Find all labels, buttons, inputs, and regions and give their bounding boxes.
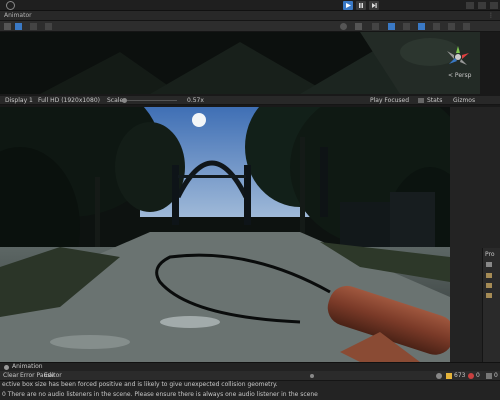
account-icon[interactable] xyxy=(6,1,15,10)
resolution-dropdown[interactable]: Full HD (1920x1080) xyxy=(38,97,100,105)
tab-animator[interactable]: Animator xyxy=(4,12,32,20)
rotate-tool-icon[interactable] xyxy=(30,23,37,30)
error-count: 0 xyxy=(476,372,480,379)
console-message-1[interactable]: ective box size has been forced positive… xyxy=(2,381,278,389)
game-toolbar: Display 1 Full HD (1920x1080) Scale 0.57… xyxy=(0,96,500,105)
play-mode-dropdown[interactable]: Play Focused xyxy=(370,97,409,105)
search-icon xyxy=(310,374,314,378)
hidden-objects-icon[interactable] xyxy=(433,23,440,30)
editor-dropdown[interactable]: Editor xyxy=(44,372,62,380)
shading-mode-icon[interactable] xyxy=(340,23,347,30)
scene-viewport[interactable]: < Persp xyxy=(0,32,480,94)
pause-icon xyxy=(359,3,363,8)
play-icon xyxy=(346,3,351,8)
hand-tool-icon[interactable] xyxy=(4,23,11,30)
collab-icon[interactable] xyxy=(466,2,474,9)
scale-label: Scale xyxy=(107,97,124,104)
message-icon[interactable] xyxy=(486,373,492,379)
scale-tool-icon[interactable] xyxy=(45,23,52,30)
game-viewport[interactable] xyxy=(0,107,450,362)
lighting-toggle-icon[interactable] xyxy=(388,23,395,30)
scene-render xyxy=(0,32,480,94)
project-tab-label[interactable]: Pro xyxy=(485,251,495,259)
game-render xyxy=(0,107,450,362)
info-icon[interactable] xyxy=(436,373,442,379)
tab-animation[interactable]: Animation xyxy=(12,363,43,371)
warning-count: 673 xyxy=(454,372,466,379)
warning-icon[interactable] xyxy=(446,373,452,379)
audio-toggle-icon[interactable] xyxy=(403,23,410,30)
scene-toolbar xyxy=(0,21,500,32)
console-toolbar: Clear Error Pause Editor 673 0 0 xyxy=(0,371,500,381)
display-dropdown[interactable]: Display 1 xyxy=(5,97,33,105)
error-icon[interactable] xyxy=(468,373,474,379)
project-panel: Pro xyxy=(482,248,500,362)
perspective-label[interactable]: < Persp xyxy=(448,72,471,80)
scale-slider-track[interactable] xyxy=(127,100,177,101)
camera-settings-icon[interactable] xyxy=(448,23,455,30)
scale-value: 0.57x xyxy=(187,97,204,104)
folder-icon xyxy=(486,283,492,288)
gizmos-dropdown[interactable]: Gizmos xyxy=(453,97,475,105)
draw-mode-icon[interactable] xyxy=(355,23,362,30)
stats-button[interactable]: Stats xyxy=(427,97,442,105)
cloud-icon[interactable] xyxy=(478,2,486,9)
console-messages: ective box size has been forced positive… xyxy=(0,381,500,400)
pause-button[interactable] xyxy=(356,1,366,10)
scene-tab-bar: Animator ⋮ xyxy=(0,11,500,21)
gizmos-icon[interactable] xyxy=(463,23,470,30)
folder-icon xyxy=(486,273,492,278)
layers-dropdown[interactable] xyxy=(490,2,498,9)
message-count: 0 xyxy=(494,372,498,379)
scene-gizmo-icon[interactable] xyxy=(443,42,473,72)
top-toolbar xyxy=(0,0,500,11)
2d-toggle-icon[interactable] xyxy=(372,23,379,30)
bottom-tab-bar: Animation xyxy=(0,362,500,371)
add-icon[interactable] xyxy=(486,262,492,267)
play-button[interactable] xyxy=(343,1,353,10)
move-tool-icon[interactable] xyxy=(15,23,22,30)
step-button[interactable] xyxy=(369,1,379,10)
mute-audio-icon[interactable] xyxy=(418,98,424,103)
step-icon xyxy=(372,3,377,8)
console-message-2[interactable]: 0 There are no audio listeners in the sc… xyxy=(2,391,318,399)
clear-button[interactable]: Clear xyxy=(3,372,19,380)
folder-icon xyxy=(486,293,492,298)
more-menu-icon[interactable]: ⋮ xyxy=(488,12,494,20)
effects-toggle-icon[interactable] xyxy=(418,23,425,30)
animation-icon xyxy=(4,365,9,370)
